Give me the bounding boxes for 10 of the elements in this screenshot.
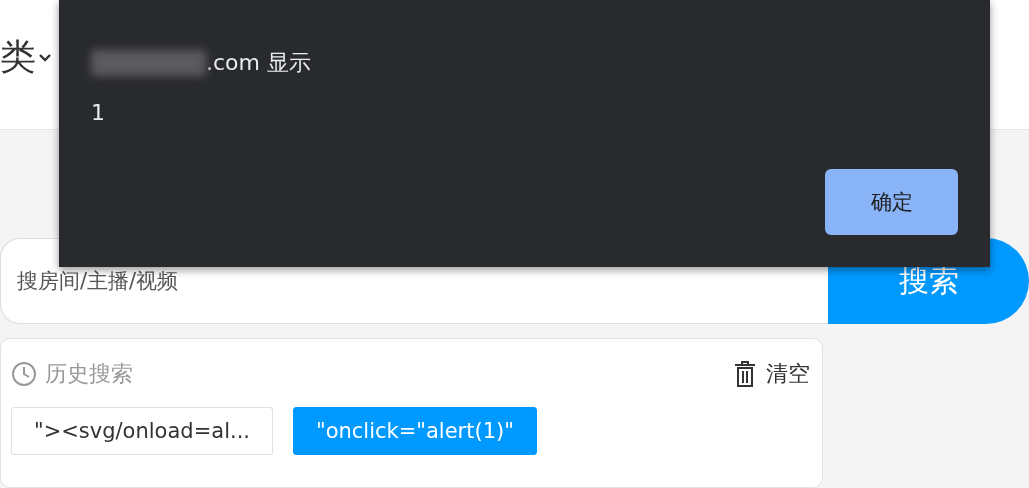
trash-icon[interactable]: [734, 361, 756, 387]
dialog-message: 1: [91, 100, 106, 125]
category-label[interactable]: 类: [0, 33, 36, 82]
history-tag[interactable]: "><svg/onload=al...: [11, 407, 273, 455]
history-title: 历史搜索: [45, 360, 133, 388]
clock-icon: [11, 361, 37, 387]
ok-button[interactable]: 确定: [825, 169, 958, 235]
chevron-down-icon[interactable]: [38, 52, 52, 63]
dialog-title: .com 显示: [206, 49, 311, 77]
clear-link[interactable]: 清空: [766, 359, 810, 389]
